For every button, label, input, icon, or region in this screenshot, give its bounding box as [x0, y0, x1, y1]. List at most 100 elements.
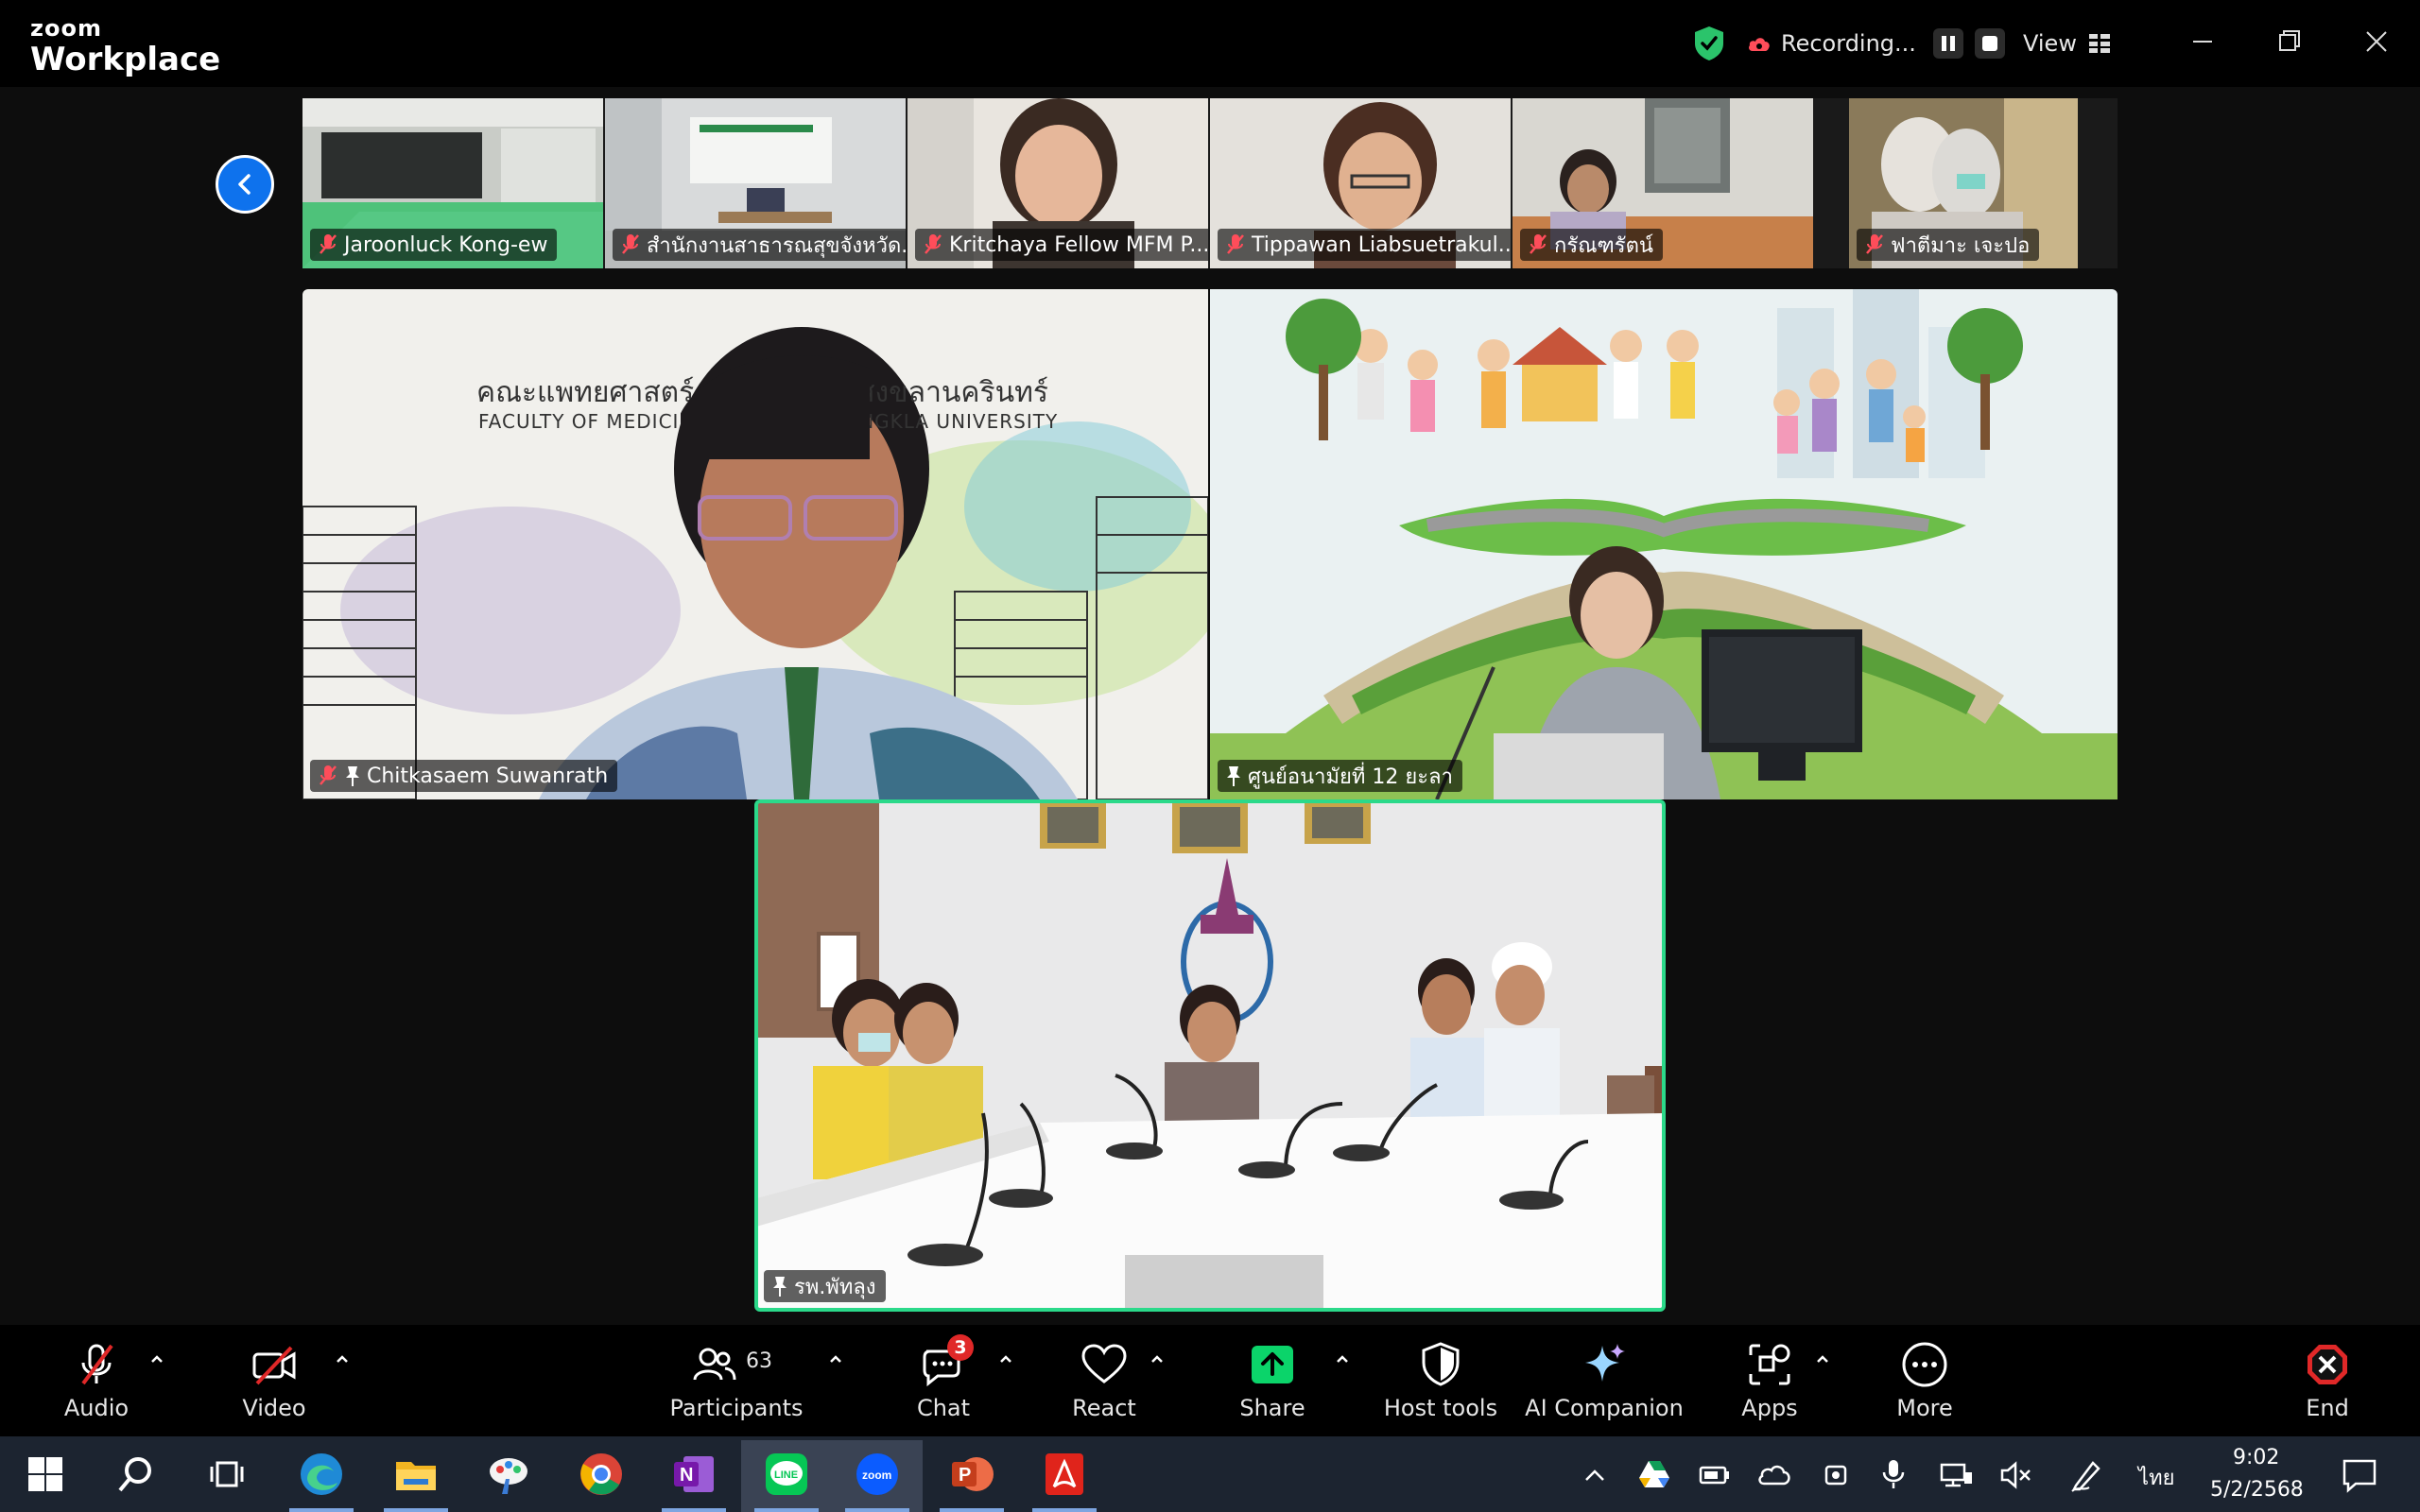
- participants-button[interactable]: 63 Participants: [667, 1325, 805, 1436]
- end-meeting-button[interactable]: End: [2291, 1325, 2363, 1436]
- cloud-recording-icon: [1749, 38, 1770, 51]
- ai-companion-button[interactable]: AI Companion: [1524, 1325, 1685, 1436]
- participant-tile[interactable]: Jaroonluck Kong-ew: [302, 98, 603, 268]
- participants-options-caret-icon[interactable]: [826, 1349, 845, 1368]
- volume-muted-icon[interactable]: [1998, 1459, 2034, 1491]
- host-tools-button[interactable]: Host tools: [1376, 1325, 1505, 1436]
- svg-text:P: P: [959, 1465, 971, 1486]
- active-speaker-tile[interactable]: รพ.พัทลุง: [756, 801, 1664, 1310]
- pin-icon: [346, 766, 359, 786]
- more-options-icon: [1902, 1342, 1947, 1387]
- share-button[interactable]: Share: [1235, 1325, 1310, 1436]
- task-view-button[interactable]: [200, 1448, 253, 1501]
- audio-label: Audio: [63, 1395, 130, 1421]
- windows-start-button[interactable]: [19, 1448, 72, 1501]
- participant-name-label: ฟาตีมาะ เจะปอ: [1857, 229, 2040, 261]
- taskbar-app-zoom[interactable]: zoom: [845, 1448, 909, 1512]
- video-label: Video: [242, 1395, 306, 1421]
- chat-icon-wrap: 3: [919, 1334, 974, 1389]
- muted-microphone-icon: [320, 765, 337, 785]
- notifications-icon[interactable]: [2341, 1457, 2378, 1493]
- chat-button[interactable]: 3 Chat: [908, 1325, 979, 1436]
- participant-name: รพ.พัทลุง: [794, 1275, 876, 1299]
- video-options-caret-icon[interactable]: [333, 1349, 352, 1368]
- chat-options-caret-icon[interactable]: [996, 1349, 1015, 1368]
- stop-recording-button[interactable]: [1974, 28, 2005, 59]
- close-icon[interactable]: [2354, 21, 2399, 62]
- participant-tile[interactable]: Tippawan Liabsuetrakul...: [1210, 98, 1511, 268]
- logo-zoom-text: zoom: [30, 15, 102, 42]
- video-feed: [756, 801, 1664, 1310]
- folder-icon: [396, 1462, 436, 1490]
- participant-name: สำนักงานสาธารณสุขจังหวัด...: [647, 233, 906, 258]
- muted-microphone-icon: [1866, 234, 1883, 254]
- svg-text:LINE: LINE: [774, 1469, 798, 1481]
- apps-options-caret-icon[interactable]: [1813, 1349, 1832, 1368]
- muted-microphone-icon: [925, 234, 942, 254]
- pin-icon: [773, 1277, 786, 1297]
- audio-button[interactable]: Audio: [57, 1325, 136, 1436]
- zoom-workplace-logo: zoom Workplace: [30, 17, 220, 76]
- muted-microphone-icon: [1227, 234, 1244, 254]
- taskbar-app-acrobat[interactable]: [1032, 1448, 1097, 1512]
- chrome-browser-icon: [580, 1453, 622, 1495]
- participant-tile[interactable]: สำนักงานสาธารณสุขจังหวัด...: [605, 98, 906, 268]
- google-drive-icon[interactable]: [1637, 1457, 1671, 1491]
- participant-name-label: Kritchaya Fellow MFM P...: [915, 229, 1208, 261]
- view-button[interactable]: View: [2023, 25, 2111, 62]
- encryption-shield-icon[interactable]: [1692, 25, 1726, 62]
- react-button[interactable]: React: [1068, 1325, 1140, 1436]
- video-off-icon: [252, 1346, 296, 1385]
- search-icon: [118, 1457, 151, 1492]
- zoom-app-icon: zoom: [856, 1453, 898, 1495]
- battery-icon[interactable]: [1698, 1461, 1732, 1489]
- chat-label: Chat: [916, 1395, 971, 1421]
- more-label: More: [1896, 1395, 1953, 1421]
- participant-tile[interactable]: Kritchaya Fellow MFM P...: [908, 98, 1208, 268]
- participant-name: Kritchaya Fellow MFM P...: [949, 232, 1208, 257]
- participant-tile[interactable]: ฟาตีมาะ เจะปอ: [1815, 98, 2118, 268]
- network-icon[interactable]: [1938, 1459, 1974, 1491]
- restore-icon[interactable]: [2267, 21, 2312, 62]
- participant-tile-main[interactable]: ศูนย์อนามัยที่ 12 ยะลา: [1210, 289, 2118, 799]
- taskbar-app-powerpoint[interactable]: P: [940, 1448, 1004, 1512]
- taskbar-app-file-explorer[interactable]: [384, 1448, 448, 1512]
- participant-name-label: Jaroonluck Kong-ew: [310, 229, 558, 261]
- apps-icon: [1749, 1344, 1790, 1385]
- taskbar-search-button[interactable]: [110, 1448, 163, 1501]
- share-options-caret-icon[interactable]: [1333, 1349, 1352, 1368]
- participant-tile-main[interactable]: คณะแพทยศาสตร์ มหาวิทยาลัยสงขลานครินทร์ F…: [302, 289, 1208, 799]
- audio-options-caret-icon[interactable]: [147, 1349, 166, 1368]
- pen-ink-icon[interactable]: [2068, 1457, 2104, 1493]
- pin-icon: [1227, 766, 1240, 786]
- clock-time[interactable]: 9:02: [2233, 1446, 2279, 1469]
- participant-name: Chitkasaem Suwanrath: [367, 764, 609, 788]
- taskbar-app-onenote[interactable]: N: [662, 1448, 726, 1512]
- taskbar-app-line[interactable]: LINE: [754, 1448, 819, 1512]
- participants-icon-wrap: 63: [689, 1340, 784, 1389]
- more-button[interactable]: More: [1887, 1325, 1962, 1436]
- previous-page-button[interactable]: [216, 155, 274, 214]
- windows-logo-icon: [28, 1457, 62, 1491]
- pause-recording-button[interactable]: [1932, 28, 1963, 59]
- taskbar-app-snipping[interactable]: [482, 1448, 535, 1501]
- taskbar-app-edge[interactable]: [289, 1448, 354, 1512]
- participants-count: 63: [746, 1349, 772, 1373]
- minimize-icon[interactable]: [2180, 21, 2225, 62]
- apps-button[interactable]: Apps: [1732, 1325, 1807, 1436]
- video-feed: [1210, 289, 2118, 799]
- microphone-in-use-icon[interactable]: [1879, 1457, 1908, 1491]
- clock-date[interactable]: 5/2/2568: [2210, 1478, 2304, 1502]
- input-language-indicator[interactable]: ไทย: [2138, 1461, 2174, 1494]
- show-hidden-icons-chevron-icon[interactable]: [1581, 1461, 1609, 1489]
- camera-privacy-icon[interactable]: [1821, 1459, 1853, 1491]
- participant-thumbnail-strip: Jaroonluck Kong-ew สำนักงานสาธารณสุขจังห…: [302, 98, 2118, 268]
- recording-label: Recording...: [1781, 30, 1916, 57]
- participants-label: Participants: [669, 1395, 804, 1421]
- react-options-caret-icon[interactable]: [1148, 1349, 1167, 1368]
- video-button[interactable]: Video: [236, 1325, 312, 1436]
- line-app-icon: LINE: [766, 1453, 807, 1495]
- taskbar-app-chrome[interactable]: [575, 1448, 628, 1501]
- onedrive-cloud-icon[interactable]: [1756, 1459, 1792, 1491]
- participant-tile[interactable]: กรัณฑรัตน์: [1512, 98, 1813, 268]
